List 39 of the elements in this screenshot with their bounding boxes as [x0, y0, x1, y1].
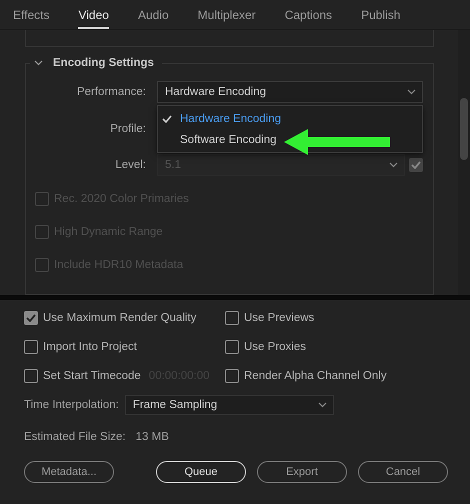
chevron-down-icon [389, 162, 398, 168]
chevron-down-icon [407, 89, 416, 95]
checkbox[interactable] [225, 310, 239, 324]
checkbox-label: Import Into Project [43, 340, 137, 352]
checkbox[interactable] [24, 310, 38, 324]
primary-button[interactable]: Queue [156, 461, 246, 483]
tab[interactable]: Publish [361, 0, 400, 29]
checkmark-icon [162, 114, 172, 122]
scrollbar[interactable] [458, 30, 470, 295]
performance-dropdown[interactable]: Hardware Encoding [157, 81, 423, 103]
checkbox-label: Use Maximum Render Quality [43, 312, 196, 324]
button[interactable]: Export [257, 461, 347, 483]
checkbox-label: Render Alpha Channel Only [244, 370, 387, 382]
tab[interactable]: Audio [138, 0, 169, 29]
tab[interactable]: Video [78, 0, 109, 29]
file-size-value: 13 MB [136, 431, 169, 443]
chevron-down-icon [318, 402, 327, 408]
interpolation-dropdown[interactable]: Frame Sampling [124, 395, 334, 415]
checkbox-label: Use Previews [244, 312, 314, 324]
field-label: Performance: [76, 86, 147, 98]
field-label: Time Interpolation: [24, 399, 119, 411]
button[interactable]: Metadata... [24, 461, 114, 483]
checkbox-label: Use Proxies [244, 340, 306, 352]
checkbox[interactable] [24, 340, 38, 354]
checkbox-label: Set Start Timecode [43, 370, 141, 382]
tab[interactable]: Captions [284, 0, 332, 29]
menu-item[interactable]: Software Encoding [158, 129, 422, 150]
checkbox[interactable] [225, 340, 239, 354]
button[interactable]: Cancel [358, 461, 448, 483]
tab[interactable]: Effects [13, 0, 50, 29]
file-size-label: Estimated File Size: [24, 431, 126, 443]
section-title: Encoding Settings [53, 57, 154, 69]
menu-item[interactable]: Hardware Encoding [158, 108, 422, 129]
tab[interactable]: Multiplexer [198, 0, 256, 29]
checkbox[interactable] [24, 368, 38, 382]
field-label: Level: [114, 159, 147, 171]
field-label: Profile: [109, 123, 147, 135]
chevron-down-icon[interactable] [34, 60, 43, 66]
checkbox[interactable] [225, 368, 239, 382]
